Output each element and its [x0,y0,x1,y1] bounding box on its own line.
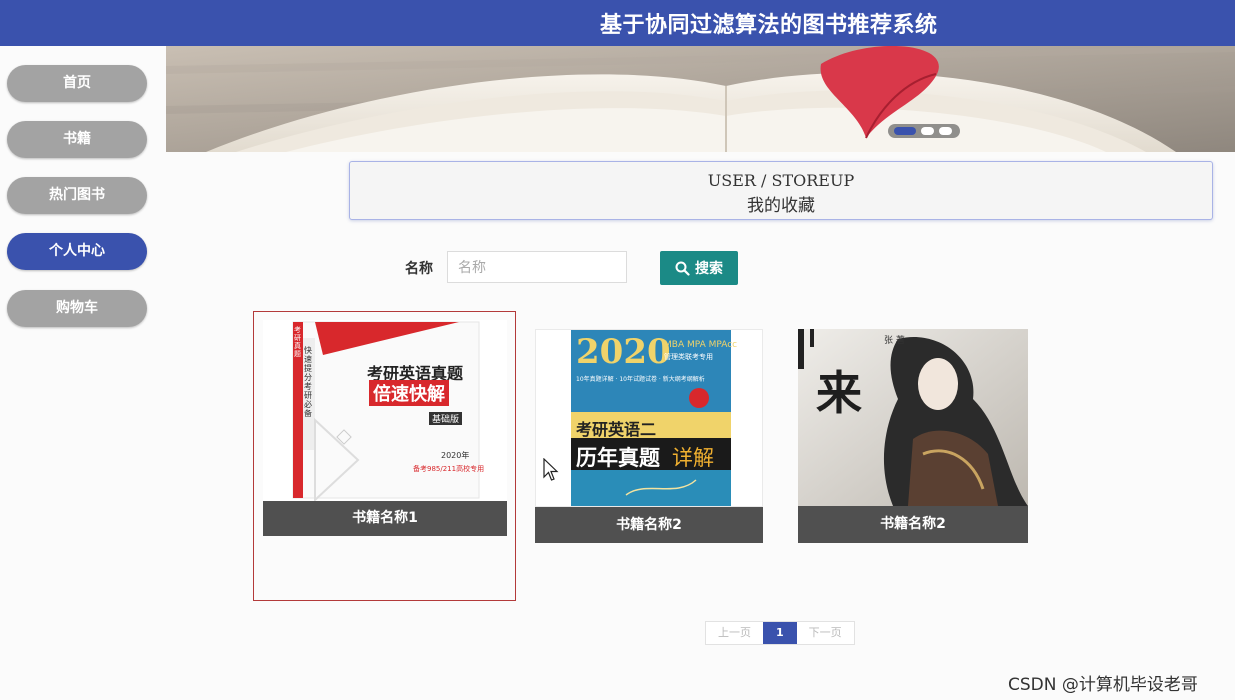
cover-side-text: 快速提分 考研必备 [304,346,312,418]
cover-title-a: 考研英语二 [576,420,657,439]
pagination: 上一页 1 下一页 [705,621,855,645]
search-input[interactable] [447,251,627,283]
cover-title-2: 倍速快解 [369,380,449,406]
cover-author: 张 著 [884,336,905,346]
carousel-dots [888,124,960,138]
sidebar-item-home[interactable]: 首页 [7,65,147,102]
page-title: 我的收藏 [747,196,815,216]
sidebar-item-hot-books[interactable]: 热门图书 [7,177,147,214]
book-cover: 考研真题 快速提分 考研必备 考研英语真题 倍速快解 基础版 2020年 备考9… [263,320,507,501]
breadcrumb-path: USER / STOREUP [707,171,855,190]
book-name: 书籍名称2 [535,507,763,543]
page-1-button[interactable]: 1 [763,622,797,644]
site-title: 基于协同过滤算法的图书推荐系统 [600,13,938,38]
search-label: 名称 [405,261,433,277]
cover-year: 2020年 [441,451,470,460]
carousel-dot-1[interactable] [894,127,916,135]
sidebar-item-cart[interactable]: 购物车 [7,290,147,327]
cover-series: 考研真题 [294,326,301,358]
cover-year: 2020 [576,332,671,372]
cover-line: 10年真题详解 · 10年试题试卷 · 新大纲考纲解析 [576,376,705,383]
sidebar-item-books[interactable]: 书籍 [7,121,147,158]
prev-page-button[interactable]: 上一页 [706,622,763,644]
carousel-dot-3[interactable] [939,127,952,135]
search-button[interactable]: 搜索 [660,251,738,285]
cover-big-char: 来 [816,366,862,420]
book-name: 书籍名称1 [263,501,507,536]
banner-image [166,46,1235,152]
breadcrumb: USER / STOREUP 我的收藏 [349,161,1213,220]
book-card[interactable]: 来 张 著 书籍名称2 [798,329,1028,543]
cover-tagline: 备考985/211高校专用 [413,465,485,473]
cover-programs: MBA MPA MPAcc [664,340,738,350]
book-card[interactable]: 考研真题 快速提分 考研必备 考研英语真题 倍速快解 基础版 2020年 备考9… [263,320,507,536]
carousel-dot-2[interactable] [921,127,934,135]
book-cover: 来 张 著 [798,329,1028,506]
watermark: CSDN @计算机毕设老哥 [1008,675,1198,695]
search-button-label: 搜索 [695,260,723,276]
cover-edition: 基础版 [429,412,463,425]
top-bar: 基于协同过滤算法的图书推荐系统 [0,0,1235,46]
search-icon [675,261,690,276]
mouse-cursor-icon [543,458,559,481]
next-page-button[interactable]: 下一页 [797,622,854,644]
cover-title-b: 历年真题 [576,446,660,470]
banner-carousel[interactable] [166,46,1235,152]
book-name: 书籍名称2 [798,506,1028,543]
cover-title-c: 详解 [672,446,714,470]
cover-subtitle: 管理类联考专用 [664,353,713,361]
book-cover: 2020 MBA MPA MPAcc 管理类联考专用 10年真题详解 · 10年… [535,329,763,507]
book-card[interactable]: 2020 MBA MPA MPAcc 管理类联考专用 10年真题详解 · 10年… [535,329,763,543]
sidebar-item-user-center[interactable]: 个人中心 [7,233,147,270]
